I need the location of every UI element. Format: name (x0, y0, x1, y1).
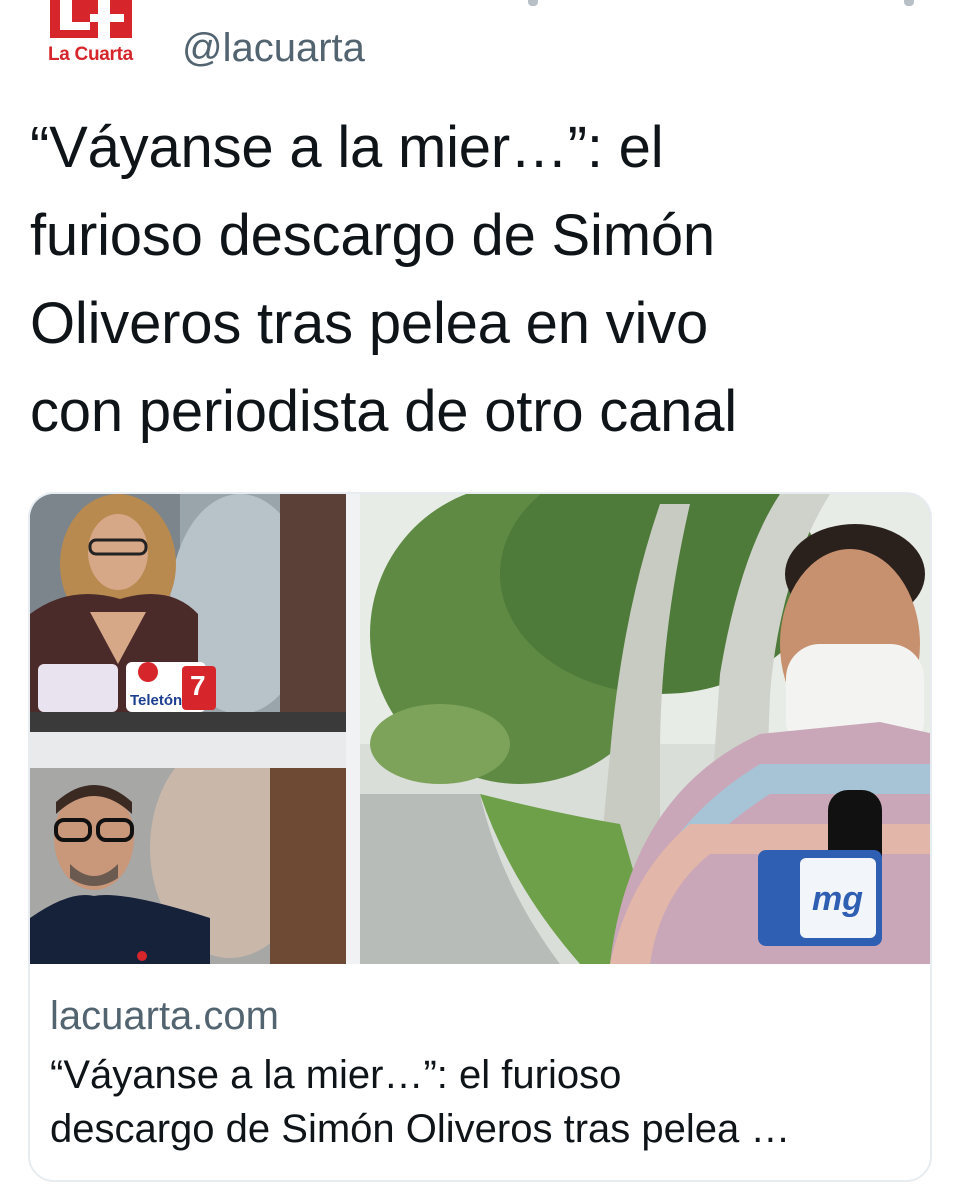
tweet-text-line: “Váyanse a la mier…”: el (30, 115, 664, 180)
logo-text: La Cuarta (48, 44, 133, 65)
channel-number: 7 (190, 670, 206, 701)
card-title: “Váyanse a la mier…”: el furioso descarg… (50, 1048, 910, 1156)
presenter-panel: Teletón 7 (30, 494, 346, 732)
card-domain: lacuarta.com (50, 994, 279, 1038)
card-image[interactable]: Teletón 7 mg (30, 494, 930, 964)
host-panel (30, 768, 346, 964)
card-title-line: “Váyanse a la mier…”: el furioso (50, 1053, 622, 1097)
card-text[interactable]: lacuarta.com “Váyanse a la mier…”: el fu… (30, 964, 930, 1180)
card-title-line: descargo de Simón Oliveros tras pelea … (50, 1107, 791, 1151)
host-scene (30, 768, 346, 964)
tweet-text-line: Oliveros tras pelea en vivo (30, 291, 709, 356)
presenter-scene (30, 494, 346, 732)
truncated-icon (528, 0, 538, 6)
tweet-text-line: furioso descargo de Simón (30, 203, 715, 268)
reporter-panel: mg (360, 494, 930, 964)
la-cuarta-logo[interactable]: La Cuarta (40, 0, 140, 80)
tweet-header: La Cuarta @lacuarta (0, 0, 960, 90)
mic-logo: mg (812, 880, 863, 918)
account-handle[interactable]: @lacuarta (182, 26, 365, 71)
truncated-icon (904, 0, 914, 6)
link-card[interactable]: Teletón 7 mg lacuarta.com “Váyanse a la … (28, 492, 932, 1182)
logo-mark-icon (50, 0, 132, 38)
image-divider (30, 732, 346, 768)
tweet-text: “Váyanse a la mier…”: el furioso descarg… (30, 104, 930, 456)
tweet-text-line: con periodista de otro canal (30, 379, 737, 444)
teleton-sign: Teletón (130, 692, 183, 709)
image-divider (346, 494, 360, 964)
